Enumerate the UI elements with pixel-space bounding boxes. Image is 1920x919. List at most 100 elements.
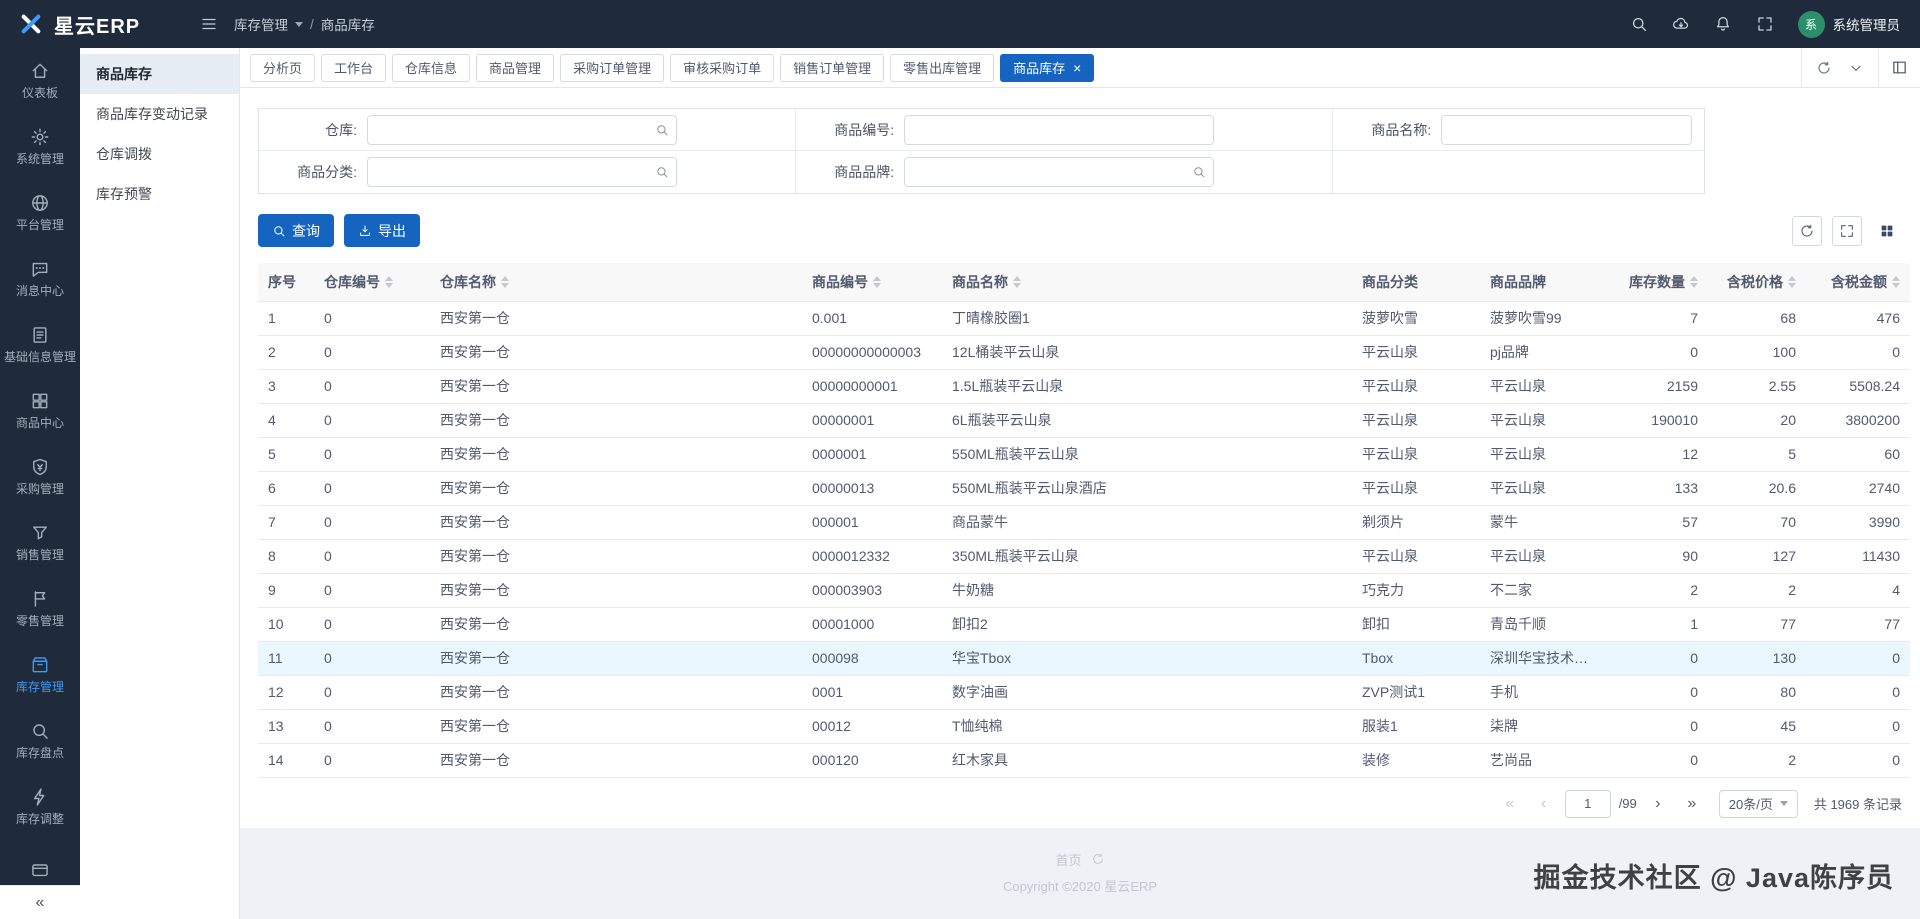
table-expand-button[interactable] [1832,215,1862,246]
table-row[interactable]: 6 0 西安第一仓 00000013 550ML瓶装平云山泉酒店 平云山泉 平云山泉 133 2… [258,471,1910,506]
sidebar-item-platform-management[interactable]: 平台管理 [0,180,80,246]
sidebar-item-retail-management[interactable]: 零售管理 [0,576,80,642]
sidebar-item-stock-adjust[interactable]: 库存调整 [0,774,80,840]
tab-retail-outbound-management[interactable]: 零售出库管理 [890,53,995,82]
sidebar-item-message-center[interactable]: 消息中心 [0,246,80,312]
tab-workbench[interactable]: 工作台 [321,53,387,82]
submenu-item-warehouse-transfer[interactable]: 仓库调拨 [80,134,239,174]
sort-icons[interactable] [1892,275,1900,288]
refresh-icon[interactable] [1091,852,1105,866]
bell-icon[interactable] [1714,15,1732,33]
last-page-button[interactable]: » [1679,791,1705,817]
product-code-input-wrap [904,114,1215,145]
column-warehouse-code[interactable]: 仓库编号 [314,263,430,302]
sidebar-item-product-center[interactable]: 商品中心 [0,378,80,444]
cell-warehouse-name: 西安第一仓 [430,641,802,676]
product-category-input[interactable] [367,157,677,187]
submenu-item-product-stock[interactable]: 商品库存 [80,54,239,94]
sort-icons[interactable] [1013,275,1021,288]
tab-product-management[interactable]: 商品管理 [476,53,555,82]
query-button[interactable]: 查询 [258,214,334,247]
search-icon[interactable] [1630,15,1648,33]
table-row[interactable]: 7 0 西安第一仓 000001 商品蒙牛 剃须片 蒙牛 57 70 3990 [258,505,1910,540]
cell-warehouse-name: 西安第一仓 [430,607,802,642]
submenu-item-stock-change-log[interactable]: 商品库存变动记录 [80,94,239,134]
table-row[interactable]: 3 0 西安第一仓 00000000001 1.5L瓶装平云山泉 平云山泉 平云山泉 2159… [258,369,1910,404]
warehouse-input[interactable] [367,114,677,145]
table-refresh-button[interactable] [1792,215,1822,246]
table-row[interactable]: 10 0 西安第一仓 00001000 卸扣2 卸扣 青岛千顺 1 77 77 [258,607,1910,642]
table-row[interactable]: 12 0 西安第一仓 0001 数字油画 ZVP测试1 手机 0 80 0 [258,675,1910,710]
column-tax-price[interactable]: 含税价格 [1708,263,1806,302]
table-row[interactable]: 5 0 西安第一仓 0000001 550ML瓶装平云山泉 平云山泉 平云山泉 12 5 60 [258,437,1910,472]
sidebar-item-stock-taking[interactable]: 库存盘点 [0,708,80,774]
cell-product-code: 00001000 [802,607,942,642]
cloud-download-icon[interactable] [1672,15,1690,33]
sidebar-item-sales-management[interactable]: 销售管理 [0,510,80,576]
prev-page-button[interactable]: ‹ [1531,791,1557,817]
cell-product-brand: 不二家 [1480,573,1598,608]
table-row[interactable]: 13 0 西安第一仓 00012 T恤纯棉 服装1 柒牌 0 45 0 [258,709,1910,744]
sort-icons[interactable] [1690,275,1698,288]
tab-analysis[interactable]: 分析页 [250,53,316,82]
breadcrumb-level1[interactable]: 库存管理 [234,14,288,34]
user-name[interactable]: 系统管理员 [1833,14,1901,34]
sort-icons[interactable] [501,275,509,288]
product-name-input[interactable] [1441,114,1692,145]
fullscreen-icon[interactable] [1756,15,1774,33]
tab-sales-order-management[interactable]: 销售订单管理 [780,53,885,82]
cell-tax-price: 80 [1708,675,1806,710]
column-tax-amount[interactable]: 含税金额 [1806,263,1910,302]
table-columns-button[interactable] [1872,216,1902,246]
sort-icons[interactable] [385,275,393,288]
table-row[interactable]: 2 0 西安第一仓 00000000000003 12L桶装平云山泉 平云山泉 pj品牌 0 1… [258,335,1910,370]
search-icon[interactable] [1192,165,1206,179]
table-row[interactable]: 4 0 西安第一仓 00000001 6L瓶装平云山泉 平云山泉 平云山泉 190010 20 3… [258,403,1910,438]
table-row[interactable]: 14 0 西安第一仓 000120 红木家具 装修 艺尚品 0 2 0 [258,743,1910,778]
product-brand-input[interactable] [904,157,1215,187]
table-row[interactable]: 11 0 西安第一仓 000098 华宝Tbox Tbox 深圳华宝技术有... 0 130 0 [258,641,1910,676]
search-icon[interactable] [655,123,669,137]
avatar[interactable]: 系 [1797,10,1825,38]
cell-warehouse-code: 0 [314,607,430,642]
export-button[interactable]: 导出 [344,214,420,247]
first-page-button[interactable]: « [1497,791,1523,817]
column-stock-qty[interactable]: 库存数量 [1598,263,1708,302]
column-warehouse-name[interactable]: 仓库名称 [430,263,802,302]
product-code-input[interactable] [904,114,1215,145]
sidebar-collapse-button[interactable]: « [0,885,80,919]
page-input[interactable] [1564,789,1611,818]
page-size-select[interactable]: 20条/页 [1718,789,1798,818]
tabs-chevron-down-icon[interactable] [1848,60,1864,76]
cell-tax-amount: 60 [1806,437,1910,472]
sidebar-item-purchase-management[interactable]: 采购管理 [0,444,80,510]
tab-purchase-order-management[interactable]: 采购订单管理 [560,53,665,82]
cell-product-category: 服装1 [1352,709,1480,744]
next-page-button[interactable]: › [1645,791,1671,817]
table-row[interactable]: 9 0 西安第一仓 000003903 牛奶糖 巧克力 不二家 2 2 4 [258,573,1910,608]
menu-toggle-icon[interactable] [200,15,218,33]
search-icon[interactable] [655,165,669,179]
submenu-item-stock-warning[interactable]: 库存预警 [80,174,239,214]
footer-home-link[interactable]: 首页 [1055,850,1081,869]
cell-product-name: 商品蒙牛 [942,505,1352,540]
sort-icons[interactable] [1788,275,1796,288]
close-icon[interactable]: × [1073,61,1081,75]
column-product-name[interactable]: 商品名称 [942,263,1352,302]
column-product-code[interactable]: 商品编号 [802,263,942,302]
logo[interactable]: 星云ERP [0,10,200,39]
sidebar-item-system-management[interactable]: 系统管理 [0,114,80,180]
sort-icons[interactable] [873,275,881,288]
box-icon [30,655,50,675]
tabs-refresh-icon[interactable] [1816,60,1832,76]
sidebar-item-inventory-management[interactable]: 库存管理 [0,642,80,708]
column-label: 商品编号 [812,273,868,290]
tab-purchase-order-audit[interactable]: 审核采购订单 [670,53,775,82]
tab-product-stock[interactable]: 商品库存 × [1000,53,1095,82]
sidebar-item-base-info-management[interactable]: 基础信息管理 [0,312,80,378]
layout-toggle-button[interactable] [1878,48,1920,87]
table-row[interactable]: 1 0 西安第一仓 0.001 丁晴橡胶圈1 菠萝吹雪 菠萝吹雪99 7 68 476 [258,301,1910,336]
sidebar-item-dashboard[interactable]: 仪表板 [0,48,80,114]
tab-warehouse-info[interactable]: 仓库信息 [392,53,471,82]
table-row[interactable]: 8 0 西安第一仓 0000012332 350ML瓶装平云山泉 平云山泉 平云山泉 90 12… [258,539,1910,574]
